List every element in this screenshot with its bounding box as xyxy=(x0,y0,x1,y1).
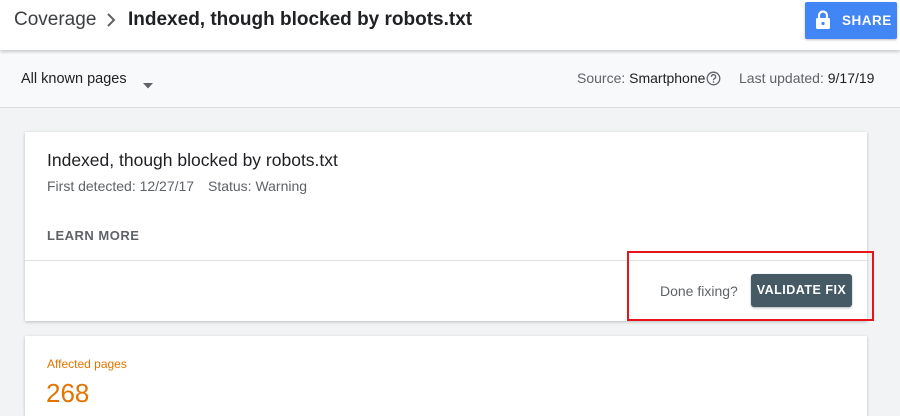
affected-pages-count: 268 xyxy=(46,378,90,408)
learn-more-link[interactable]: LEARN MORE xyxy=(47,228,139,243)
share-button[interactable]: SHARE xyxy=(805,2,897,39)
source-label: Source: xyxy=(577,70,626,86)
last-updated-label: Last updated: xyxy=(739,70,824,86)
share-button-label: SHARE xyxy=(842,13,892,28)
help-circle-icon[interactable] xyxy=(706,71,721,86)
filter-bar: All known pages Source: Smartphone Last … xyxy=(0,50,900,108)
source-value: Smartphone xyxy=(629,70,706,86)
issue-meta: First detected: 12/27/17 Status: Warning xyxy=(47,178,307,194)
last-updated-value: 9/17/19 xyxy=(827,70,875,86)
lock-icon xyxy=(815,10,831,30)
scope-dropdown-value: All known pages xyxy=(21,71,127,87)
first-detected: First detected: 12/27/17 xyxy=(47,178,195,194)
affected-pages-label: Affected pages xyxy=(47,357,127,371)
source-info: Source: Smartphone xyxy=(577,70,705,86)
caret-down-icon xyxy=(143,76,153,89)
page-header: Coverage Indexed, though blocked by robo… xyxy=(0,0,900,50)
annotation-highlight-box xyxy=(627,251,874,321)
last-updated: Last updated: 9/17/19 xyxy=(739,70,874,86)
issue-status: Status: Warning xyxy=(207,178,308,194)
affected-pages-card: Affected pages 268 xyxy=(25,336,867,416)
scope-dropdown[interactable]: All known pages xyxy=(21,70,161,90)
breadcrumb-coverage[interactable]: Coverage xyxy=(14,9,96,31)
chevron-right-icon xyxy=(104,11,118,29)
issue-title: Indexed, though blocked by robots.txt xyxy=(47,150,338,170)
page-title: Indexed, though blocked by robots.txt xyxy=(128,9,473,30)
